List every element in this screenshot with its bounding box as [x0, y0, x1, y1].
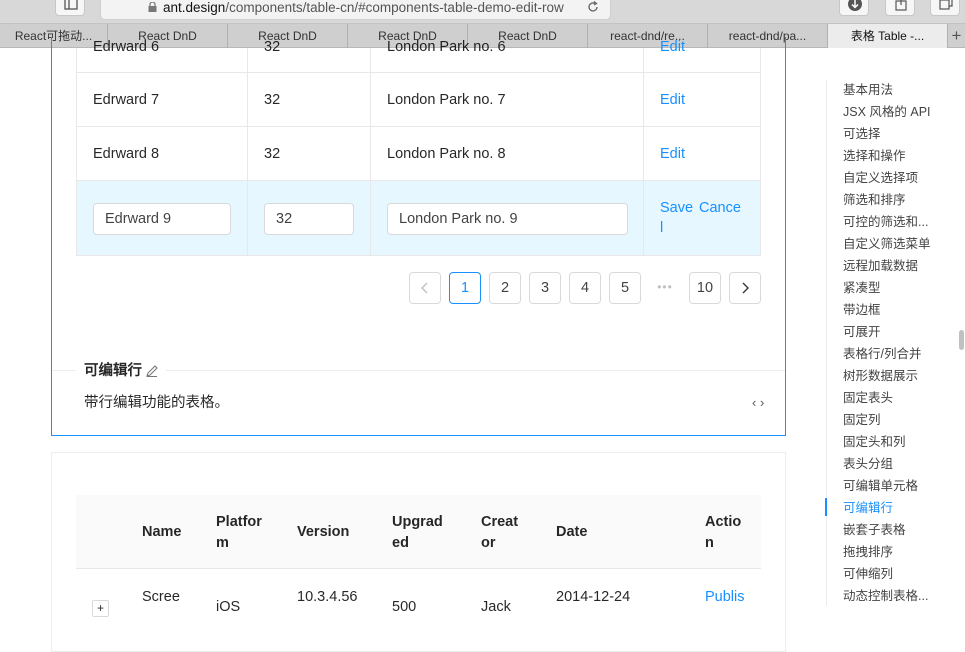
- cell-upgraded: 500: [392, 599, 417, 615]
- pagination-next[interactable]: [729, 272, 761, 304]
- toc-active-marker: [825, 498, 827, 516]
- cell-age: 32: [264, 92, 281, 108]
- cancel-link-wrap[interactable]: l: [660, 218, 663, 238]
- scrollbar-thumb[interactable]: [959, 330, 964, 350]
- row-divider: [76, 126, 761, 127]
- toc-item[interactable]: 远程加载数据: [843, 258, 918, 274]
- pagination-prev[interactable]: [409, 272, 441, 304]
- edit-link[interactable]: Edit: [660, 144, 685, 164]
- chevron-left-icon: [421, 282, 428, 294]
- cell-name: Edrward 8: [93, 146, 160, 162]
- pagination-page-10[interactable]: 10: [689, 272, 721, 304]
- toc-item[interactable]: 固定列: [843, 412, 881, 428]
- toc-item[interactable]: 基本用法: [843, 82, 893, 98]
- header-action[interactable]: Actio: [705, 512, 741, 533]
- age-input[interactable]: 32: [264, 203, 354, 235]
- table-border-right: [760, 48, 761, 256]
- url-host: ant.design: [163, 0, 226, 15]
- tab-bar-overlay: [0, 24, 965, 48]
- expand-button[interactable]: +: [92, 600, 109, 617]
- cell-platform: iOS: [216, 599, 241, 615]
- toc-rail: [826, 80, 827, 606]
- toc-item[interactable]: 表格行/列合并: [843, 346, 921, 362]
- toc-item[interactable]: 可编辑单元格: [843, 478, 918, 494]
- edit-icon[interactable]: [145, 364, 159, 378]
- toc-item[interactable]: 表头分组: [843, 456, 893, 472]
- toc-item[interactable]: 筛选和排序: [843, 192, 906, 208]
- header-date[interactable]: Date: [556, 522, 587, 543]
- row-divider: [76, 72, 761, 73]
- column-divider: [643, 181, 644, 255]
- address-input[interactable]: London Park no. 9: [387, 203, 628, 235]
- header-upgraded[interactable]: Upgrad: [392, 512, 443, 533]
- column-divider: [370, 181, 371, 255]
- tabs-icon: [939, 0, 953, 10]
- lock-icon: [148, 2, 157, 12]
- reload-icon[interactable]: [586, 0, 600, 14]
- toc-item[interactable]: 紧凑型: [843, 280, 881, 296]
- cell-address: London Park no. 8: [387, 146, 506, 162]
- pagination-page-4[interactable]: 4: [569, 272, 601, 304]
- header-platform-wrap: m: [216, 535, 229, 551]
- pagination-page-5[interactable]: 5: [609, 272, 641, 304]
- sidebar-icon: [64, 0, 78, 10]
- header-creator-wrap: or: [481, 535, 496, 551]
- pagination-page-2[interactable]: 2: [489, 272, 521, 304]
- name-input[interactable]: Edrward 9: [93, 203, 231, 235]
- toc-item[interactable]: 自定义选择项: [843, 170, 918, 186]
- url-path: /components/table-cn/#components-table-d…: [225, 0, 564, 15]
- cell-address: London Park no. 7: [387, 92, 506, 108]
- toc-item[interactable]: 可伸缩列: [843, 566, 893, 582]
- header-creator[interactable]: Creat: [481, 512, 518, 533]
- header-platform[interactable]: Platfor: [216, 512, 262, 533]
- edit-link[interactable]: Edit: [660, 90, 685, 110]
- toc-item[interactable]: 选择和操作: [843, 148, 906, 164]
- toc-item[interactable]: 带边框: [843, 302, 881, 318]
- share-button[interactable]: [885, 0, 915, 16]
- toc-item[interactable]: 自定义筛选菜单: [843, 236, 931, 252]
- cancel-link[interactable]: Cance: [699, 198, 741, 218]
- sidebar-toggle-button[interactable]: [55, 0, 85, 16]
- toc-item[interactable]: 嵌套子表格: [843, 522, 906, 538]
- cell-age: 32: [264, 146, 281, 162]
- column-divider: [247, 181, 248, 255]
- pagination-ellipsis[interactable]: •••: [649, 272, 681, 304]
- cell-name: Scree: [142, 589, 180, 605]
- row-divider: [76, 255, 761, 256]
- download-icon: [848, 0, 862, 11]
- cell-creator: Jack: [481, 599, 511, 615]
- toc-item[interactable]: 可展开: [843, 324, 881, 340]
- toc-item[interactable]: 固定头和列: [843, 434, 906, 450]
- header-action-wrap: n: [705, 535, 714, 551]
- cell-date: 2014-12-24: [556, 589, 631, 605]
- toc-item[interactable]: 树形数据展示: [843, 368, 918, 384]
- header-version[interactable]: Version: [297, 522, 349, 543]
- cell-name: Edrward 7: [93, 92, 160, 108]
- publish-link[interactable]: Publis: [705, 587, 745, 607]
- pagination-page-3[interactable]: 3: [529, 272, 561, 304]
- toc-item[interactable]: 固定表头: [843, 390, 893, 406]
- toc-item[interactable]: 拖拽排序: [843, 544, 893, 560]
- chevron-right-icon: [742, 282, 749, 294]
- tab-overview-button[interactable]: [930, 0, 960, 16]
- share-icon: [895, 0, 907, 11]
- demo-title: 可编辑行: [84, 363, 142, 379]
- url-text: ant.design/components/table-cn/#componen…: [163, 0, 564, 15]
- header-upgraded-wrap: ed: [392, 535, 409, 551]
- downloads-button[interactable]: [839, 0, 869, 16]
- meta-title-wrap: 可编辑行: [76, 360, 166, 382]
- toc-item[interactable]: JSX 风格的 API: [843, 104, 931, 120]
- code-toggle-icon[interactable]: ‹ ›: [752, 393, 764, 413]
- toc-item[interactable]: 可编辑行: [843, 500, 893, 516]
- demo-description: 带行编辑功能的表格。: [84, 395, 229, 411]
- pagination-page-1[interactable]: 1: [449, 272, 481, 304]
- cell-version: 10.3.4.56: [297, 589, 358, 605]
- save-link[interactable]: Save: [660, 198, 693, 218]
- toc-item[interactable]: 可选择: [843, 126, 881, 142]
- toc-item[interactable]: 动态控制表格...: [843, 588, 928, 604]
- toc-item[interactable]: 可控的筛选和...: [843, 214, 928, 230]
- header-name[interactable]: Name: [142, 522, 182, 543]
- browser-toolbar: ant.design/components/table-cn/#componen…: [0, 0, 965, 24]
